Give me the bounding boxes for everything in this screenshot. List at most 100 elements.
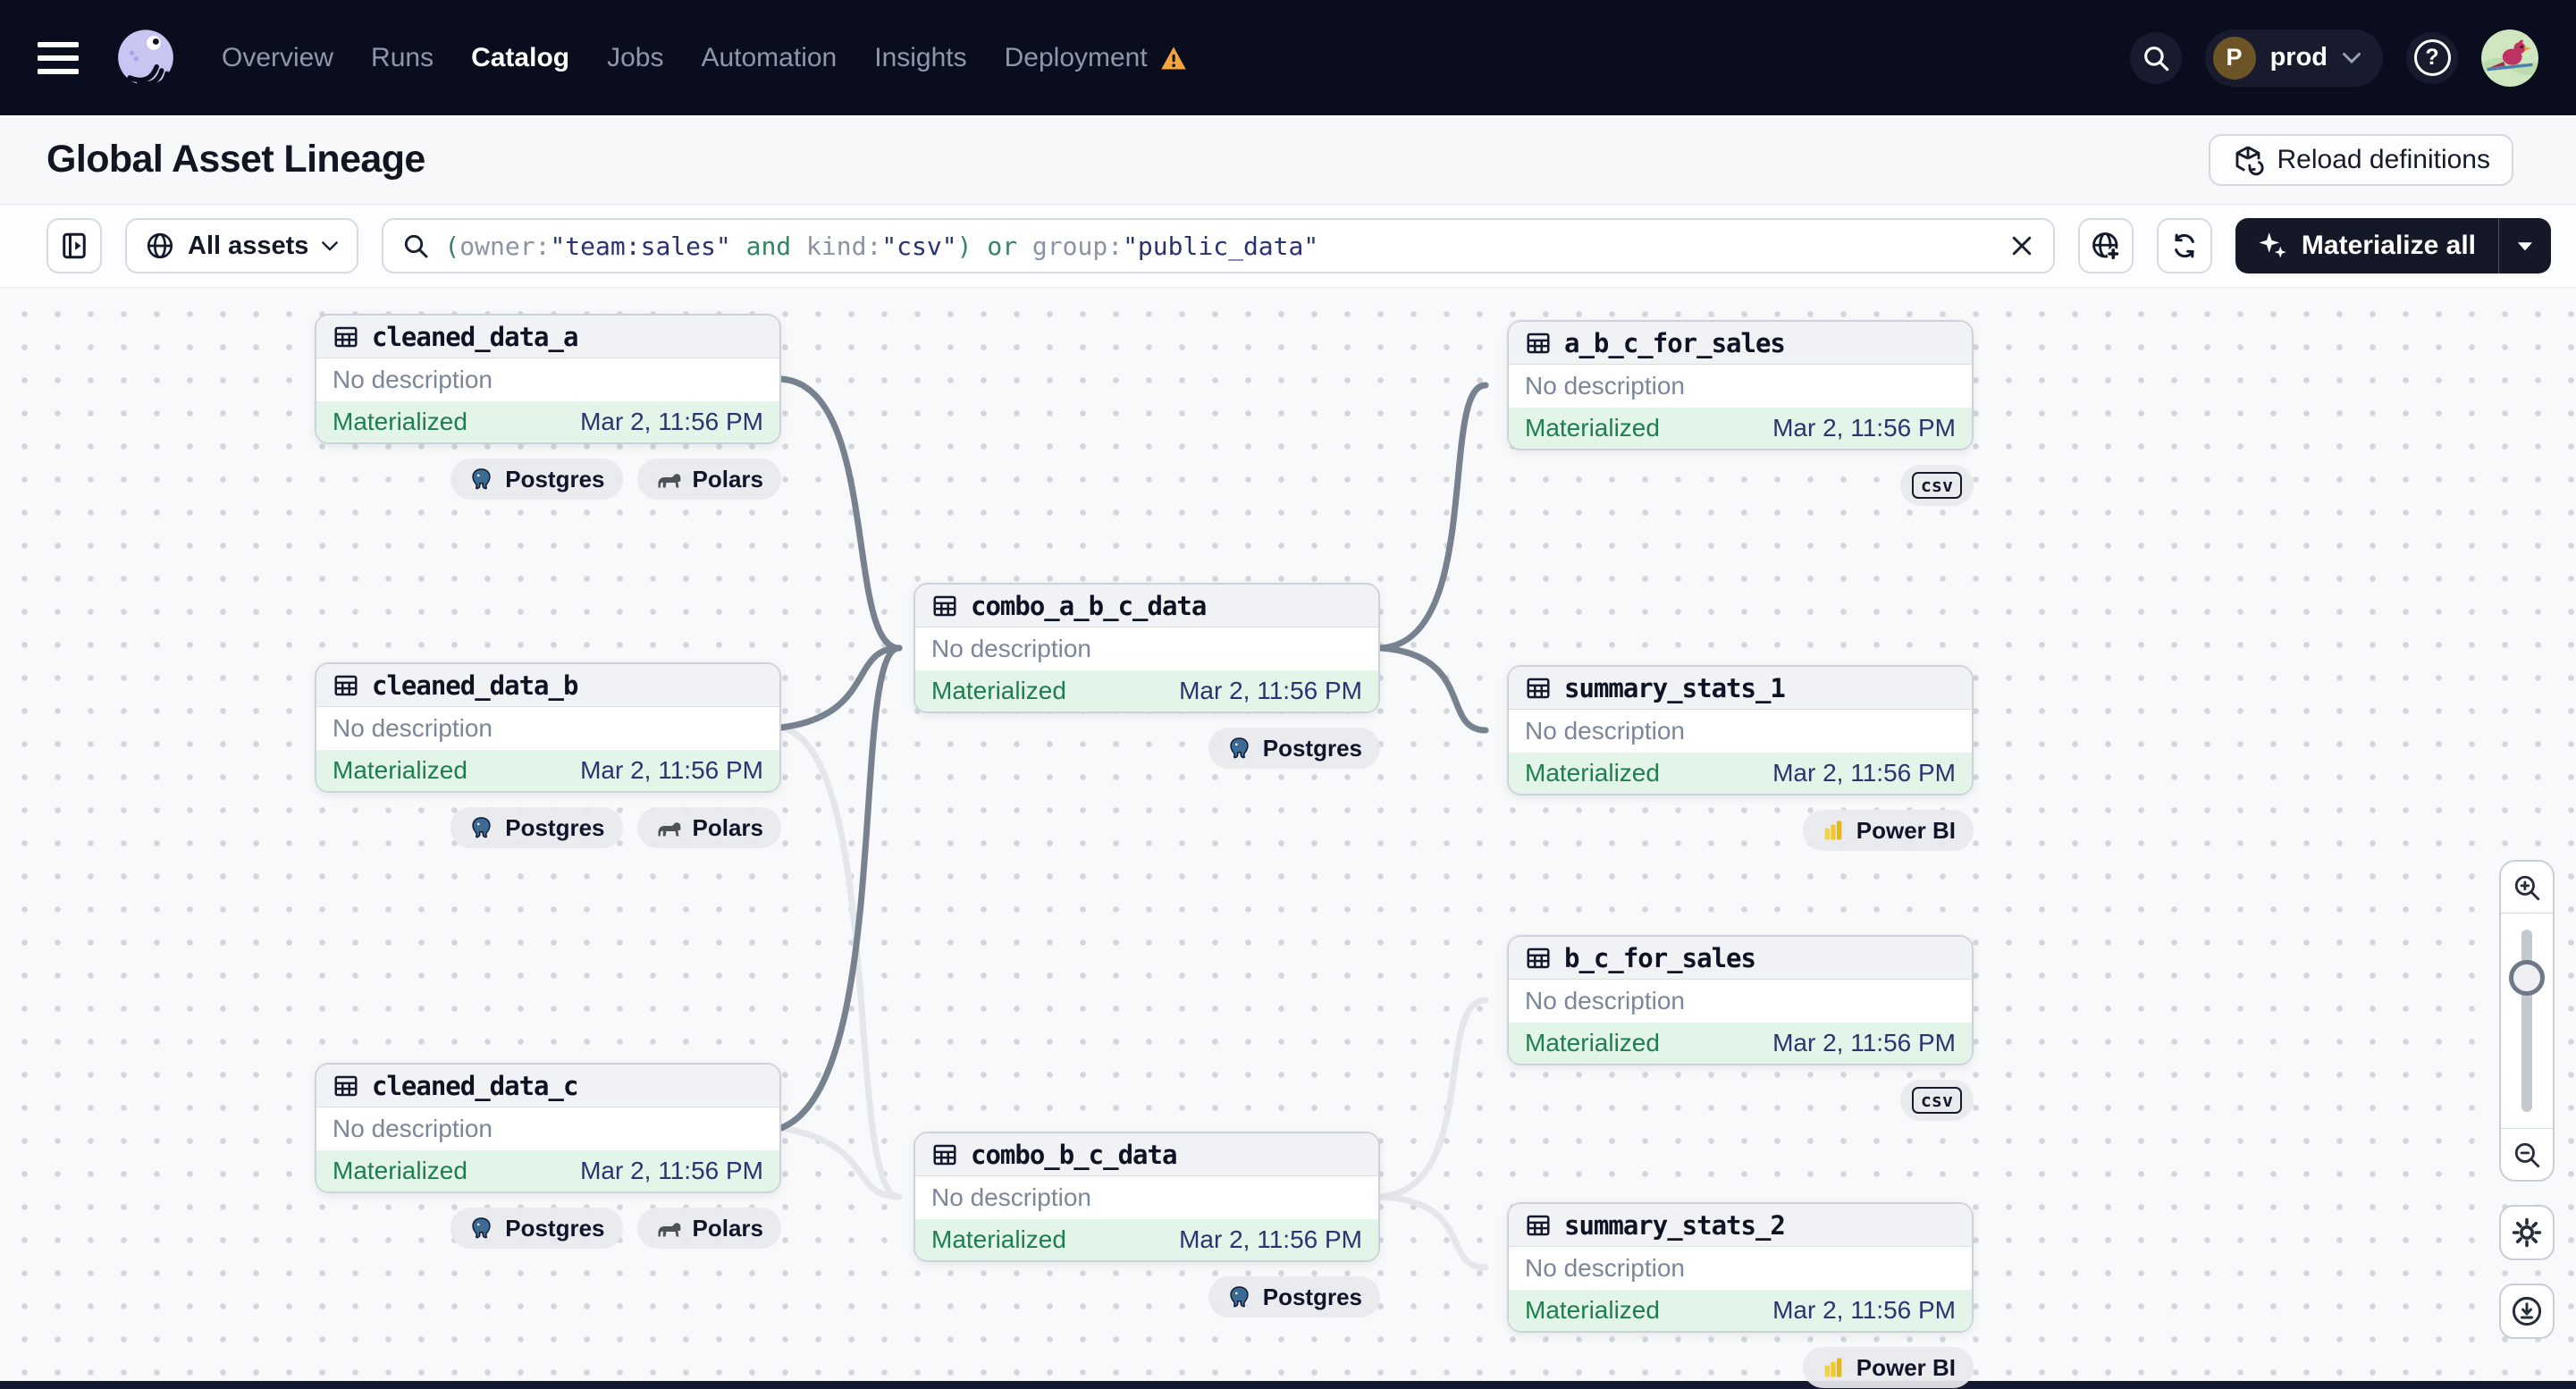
page-header: Global Asset Lineage Reload definitions (0, 115, 2576, 205)
kind-tag-label: Postgres (1262, 734, 1362, 762)
kind-tag-postgres[interactable]: Postgres (450, 1208, 623, 1249)
kind-tag-label: Polars (692, 813, 764, 841)
asset-scope-select[interactable]: All assets (125, 218, 359, 274)
asset-node-combo_b_c_data[interactable]: combo_b_c_data No description Materialized… (913, 1132, 1380, 1262)
menu-icon[interactable] (38, 41, 79, 74)
kind-tag-csv[interactable]: csv (1899, 1080, 1974, 1121)
asset-status: Materialized (931, 677, 1066, 704)
asset-status: Materialized (1525, 759, 1660, 787)
top-nav: Overview Runs Catalog Jobs Automation Insight… (0, 0, 2576, 115)
nav-item-label: Insights (874, 42, 967, 72)
asset-kind-tags: Postgres Polars (450, 1208, 781, 1249)
search-icon (2141, 43, 2171, 73)
nav-item-label: Jobs (607, 42, 664, 72)
lineage-edge-cleaned_data_c-to-combo_a_b_c_data (778, 644, 903, 1132)
query-token: kind: (806, 231, 882, 261)
zoom-slider[interactable] (2501, 913, 2553, 1128)
kind-tag-postgres[interactable]: Postgres (450, 459, 623, 500)
table-icon (1525, 675, 1552, 702)
asset-name: b_c_for_sales (1564, 942, 1756, 973)
lineage-canvas[interactable]: cleaned_data_a No description Materialized… (0, 288, 2576, 1389)
kind-tag-powerbi[interactable]: Power BI (1802, 1347, 1974, 1388)
asset-name: cleaned_data_a (372, 321, 578, 352)
kind-tag-polars[interactable]: Polars (636, 807, 781, 848)
kind-tag-postgres[interactable]: Postgres (1208, 728, 1380, 769)
lineage-edge-combo_a_b_c_data-to-summary_stats_1 (1376, 644, 1489, 734)
top-nav-right: P prod ? (2129, 29, 2538, 87)
table-icon (333, 324, 359, 350)
nav-item-jobs[interactable]: Jobs (607, 43, 663, 73)
asset-timestamp: Mar 2, 11:56 PM (1179, 677, 1362, 704)
nav-item-overview[interactable]: Overview (222, 43, 333, 73)
chevron-down-icon (2342, 52, 2361, 64)
kind-tag-postgres[interactable]: Postgres (450, 807, 623, 848)
zoom-out-icon (2512, 1140, 2542, 1170)
kind-tag-polars[interactable]: Polars (636, 459, 781, 500)
graph-settings-button[interactable] (2499, 1205, 2555, 1260)
nav-item-automation[interactable]: Automation (701, 43, 837, 73)
kind-tag-label: Postgres (505, 465, 605, 492)
clear-search-button[interactable] (2008, 232, 2035, 259)
zoom-out-button[interactable] (2501, 1128, 2553, 1180)
asset-node-cleaned_data_a[interactable]: cleaned_data_a No description Materialized… (315, 314, 781, 444)
download-icon (2510, 1294, 2544, 1328)
materialize-all-button[interactable]: Materialize all (2235, 218, 2498, 274)
help-button[interactable]: ? (2406, 31, 2458, 84)
deployment-switcher[interactable]: P prod (2204, 29, 2383, 87)
postgres-icon (468, 1216, 494, 1242)
asset-description: No description (1525, 987, 1685, 1014)
asset-status-bar: Materialized Mar 2, 11:56 PM (1509, 408, 1972, 449)
nav-item-deployment[interactable]: Deployment (1005, 43, 1187, 73)
kind-tag-polars[interactable]: Polars (636, 1208, 781, 1249)
asset-node-summary_stats_1[interactable]: summary_stats_1 No description Materialize… (1507, 665, 1974, 796)
kind-tag-label: Polars (692, 1214, 764, 1242)
zoom-slider-track (2521, 930, 2532, 1112)
asset-node-cleaned_data_b[interactable]: cleaned_data_b No description Materialized… (315, 662, 781, 793)
chevron-down-icon (321, 240, 339, 252)
window-bottom-edge (0, 1381, 2576, 1389)
kind-tag-postgres[interactable]: Postgres (1208, 1276, 1380, 1317)
download-image-button[interactable] (2499, 1284, 2555, 1339)
search-button[interactable] (2129, 31, 2182, 84)
nav-item-label: Catalog (471, 42, 570, 72)
asset-node-combo_a_b_c_data[interactable]: combo_a_b_c_data No description Materializ… (913, 583, 1380, 713)
table-icon (1525, 945, 1552, 972)
asset-timestamp: Mar 2, 11:56 PM (580, 756, 763, 784)
nav-item-catalog[interactable]: Catalog (471, 43, 569, 73)
asset-name: cleaned_data_b (372, 669, 578, 701)
postgres-icon (1226, 736, 1252, 762)
asset-kind-tags: csv (1899, 1080, 1974, 1121)
nav-item-label: Automation (701, 42, 838, 72)
new-catalog-view-button[interactable] (2077, 218, 2134, 274)
asset-description: No description (931, 1183, 1091, 1211)
asset-name: combo_b_c_data (971, 1139, 1177, 1170)
asset-node-a_b_c_for_sales[interactable]: a_b_c_for_sales No description Materialize… (1507, 320, 1974, 450)
asset-node-summary_stats_2[interactable]: summary_stats_2 No description Materialize… (1507, 1202, 1974, 1333)
postgres-icon (468, 467, 494, 492)
open-panel-button[interactable] (46, 218, 102, 274)
app-window: Overview Runs Catalog Jobs Automation Insight… (0, 0, 2576, 1389)
user-avatar[interactable] (2481, 29, 2538, 87)
reload-definitions-button[interactable]: Reload definitions (2208, 133, 2513, 186)
asset-status: Materialized (333, 1157, 467, 1184)
nav-item-runs[interactable]: Runs (371, 43, 434, 73)
zoom-slider-thumb[interactable] (2509, 960, 2545, 996)
kind-tag-csv[interactable]: csv (1899, 465, 1974, 506)
dagster-logo[interactable] (111, 23, 181, 93)
search-query-text: (owner:"team:sales" and kind:"csv") or g… (444, 232, 1993, 261)
asset-node-header: summary_stats_1 (1509, 667, 1972, 710)
zoom-in-button[interactable] (2501, 862, 2553, 913)
asset-node-cleaned_data_c[interactable]: cleaned_data_c No description Materialized… (315, 1063, 781, 1193)
asset-status-bar: Materialized Mar 2, 11:56 PM (1509, 1290, 1972, 1331)
asset-node-b_c_for_sales[interactable]: b_c_for_sales No description Materialized M… (1507, 935, 1974, 1065)
polars-icon (655, 468, 682, 490)
kind-tag-powerbi[interactable]: Power BI (1802, 810, 1974, 851)
nav-item-insights[interactable]: Insights (874, 43, 966, 73)
asset-node-header: b_c_for_sales (1509, 937, 1972, 980)
asset-search-input[interactable]: (owner:"team:sales" and kind:"csv") or g… (382, 218, 2055, 274)
refresh-button[interactable] (2156, 218, 2212, 274)
powerbi-icon (1821, 818, 1846, 843)
materialize-options-button[interactable] (2499, 218, 2551, 274)
table-icon (931, 593, 958, 619)
query-token: "public_data" (1123, 231, 1319, 261)
